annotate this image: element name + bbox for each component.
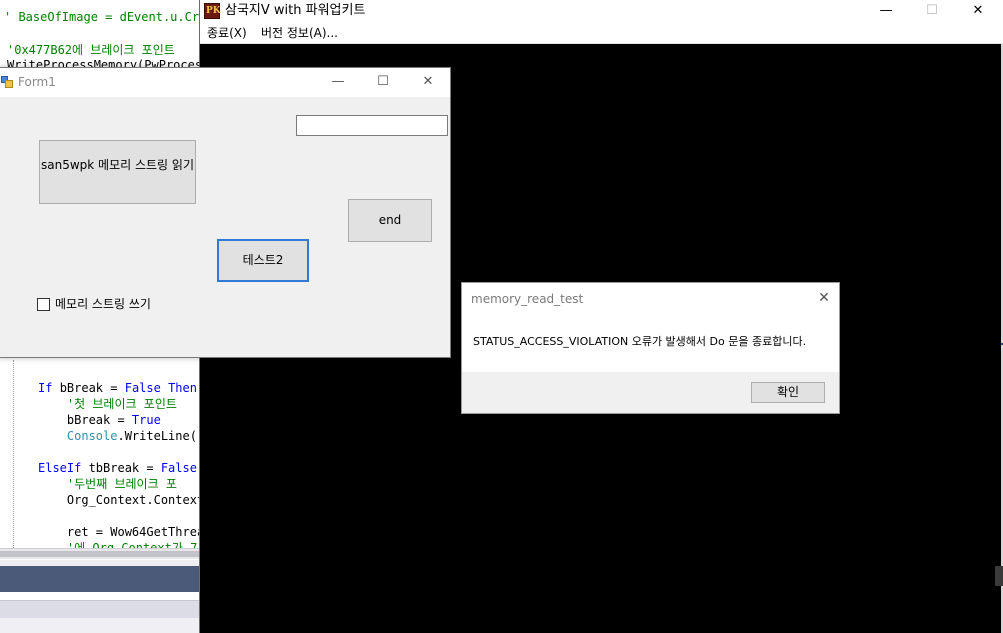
scrollbar-thumb[interactable] <box>0 551 200 557</box>
code-line: '두번째 브레이크 포 <box>38 477 177 491</box>
code-line: '첫 브레이크 포인트 <box>38 397 177 411</box>
close-icon[interactable]: ✕ <box>955 0 1001 22</box>
game-titlebar[interactable]: PK 삼국지Ⅴ with 파워업키트 — ☐ ✕ <box>200 0 1003 22</box>
form1-title: Form1 <box>18 75 56 89</box>
code-line: ' BaseOfImage = dEvent.u.Cr <box>4 10 199 24</box>
status-strip <box>0 618 200 633</box>
ok-button[interactable]: 확인 <box>751 382 825 403</box>
checkbox-label[interactable]: 메모리 스트링 쓰기 <box>55 297 151 312</box>
code-token: ' BaseOfImage = dEvent.u.Cr <box>4 10 200 24</box>
code-token: ElseIf <box>38 461 89 475</box>
maximize-icon[interactable]: ☐ <box>360 71 406 95</box>
code-line: bBreak = True <box>38 413 161 427</box>
form-app-icon <box>1 76 13 88</box>
code-token: False Then <box>124 381 197 395</box>
code-line: Org_Context.Context <box>38 493 200 507</box>
output-panel-tabs <box>0 600 200 618</box>
maximize-icon[interactable]: ☐ <box>909 0 955 22</box>
game-window-title: 삼국지Ⅴ with 파워업키트 <box>225 3 366 18</box>
app-icon: PK <box>204 3 221 19</box>
code-token: bBreak = <box>38 413 132 427</box>
code-token: False <box>160 461 197 475</box>
code-token: '0x477B62에 브레이크 포인트 <box>7 43 175 57</box>
minimize-icon[interactable]: — <box>315 71 361 95</box>
close-icon[interactable]: ✕ <box>405 71 451 95</box>
code-token: True <box>131 413 161 427</box>
close-icon[interactable]: ✕ <box>810 287 838 309</box>
background-window-fragment <box>995 566 1003 586</box>
code-line: Console.WriteLine(" <box>38 429 200 443</box>
code-token: '첫 브레이크 포인트 <box>38 397 177 411</box>
app-icon-glyph: PK <box>206 6 221 16</box>
code-token: Org_Context.Context <box>38 493 200 507</box>
code-token: bBreak = <box>59 381 125 395</box>
output-panel-header <box>0 566 200 592</box>
code-token: If <box>38 381 60 395</box>
code-line: ret = Wow64GetThrea <box>38 525 200 539</box>
dialog-footer: 확인 <box>462 372 839 413</box>
code-token: .WriteLine(" <box>117 429 200 443</box>
test2-button[interactable]: 테스트2 <box>217 239 309 282</box>
form1-titlebar[interactable]: Form1 — ☐ ✕ <box>0 68 450 97</box>
game-menubar: 종료(X) 버전 정보(A)... <box>200 22 1003 44</box>
code-line: If bBreak = False Then <box>38 381 197 395</box>
indent-guide <box>13 360 14 550</box>
menu-version-info[interactable]: 버전 정보(A)... <box>261 25 338 41</box>
checkbox-box[interactable] <box>37 298 50 311</box>
code-token: ret = Wow64GetThrea <box>38 525 200 539</box>
read-memory-string-button[interactable]: san5wpk 메모리 스트링 읽기 <box>39 140 196 204</box>
code-token: Console <box>66 429 118 443</box>
code-token: '두번째 브레이크 포 <box>38 477 177 491</box>
end-button[interactable]: end <box>348 199 432 242</box>
minimize-icon[interactable]: — <box>863 0 909 22</box>
dialog-message: STATUS_ACCESS_VIOLATION 오류가 발생해서 Do 문을 종… <box>473 335 807 348</box>
form1-window[interactable]: Form1 — ☐ ✕ san5wpk 메모리 스트링 읽기 end 테스트2 … <box>0 67 451 358</box>
output-panel-gap <box>0 592 200 600</box>
editor-horizontal-scrollbar[interactable] <box>0 548 200 559</box>
error-dialog[interactable]: memory_read_test ✕ STATUS_ACCESS_VIOLATI… <box>461 282 840 414</box>
code-token: tbBreak = <box>88 461 161 475</box>
text-input[interactable] <box>296 115 448 136</box>
code-line: '0x477B62에 브레이크 포인트 <box>7 43 175 57</box>
menu-exit[interactable]: 종료(X) <box>207 25 247 41</box>
dialog-title: memory_read_test <box>471 292 584 306</box>
code-line: ElseIf tbBreak = False <box>38 461 197 475</box>
